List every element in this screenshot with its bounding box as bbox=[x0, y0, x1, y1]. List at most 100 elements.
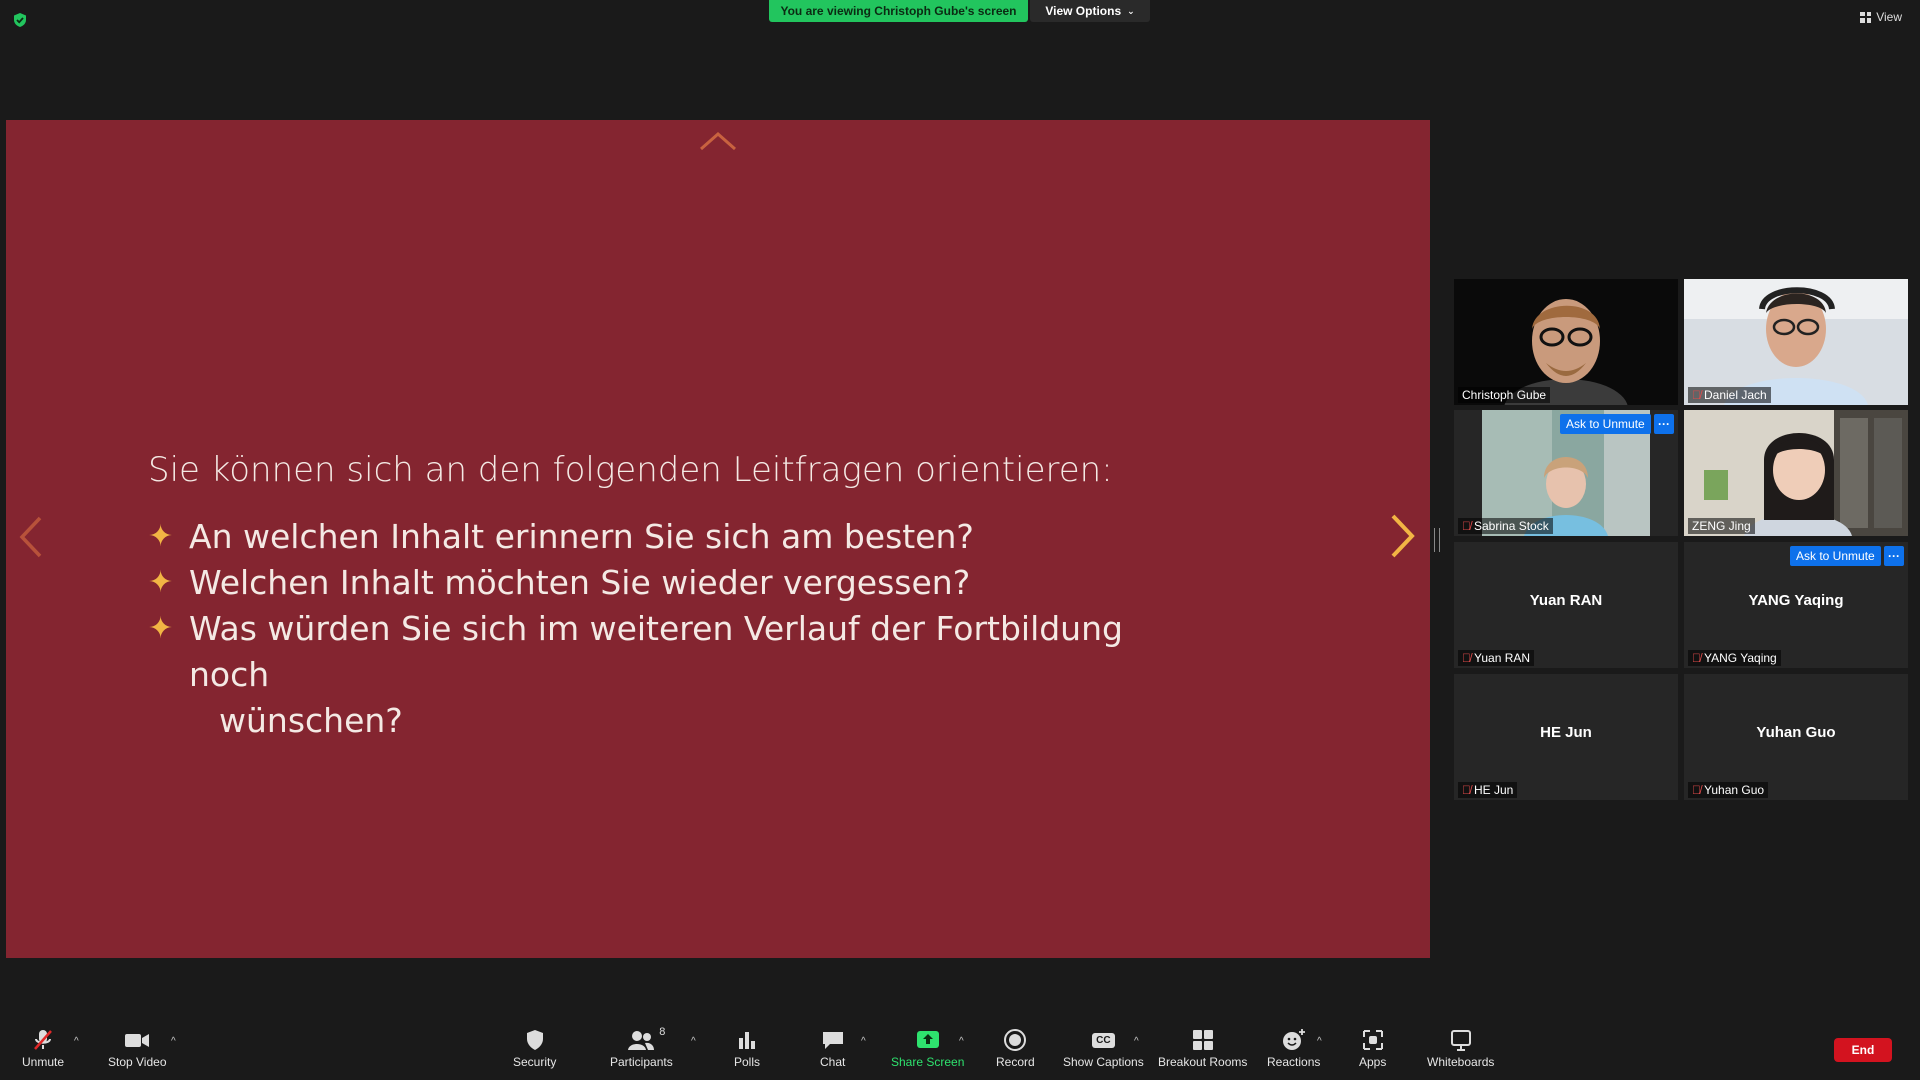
participants-options-caret-icon[interactable]: ^ bbox=[691, 1036, 696, 1047]
participant-tile[interactable]: Ask to Unmute ··· YANG Yaqing 🎙̸ YANG Ya… bbox=[1684, 542, 1908, 668]
slide-bullet-line: Was würden Sie sich im weiteren Verlauf … bbox=[189, 609, 1123, 694]
record-label: Record bbox=[996, 1055, 1035, 1069]
slide-bullet-continuation: wünschen? bbox=[219, 701, 403, 740]
slide-bullet: ✦ Was würden Sie sich im weiteren Verlau… bbox=[148, 606, 1209, 744]
view-label: View bbox=[1876, 10, 1902, 24]
slide-heading: Sie können sich an den folgenden Leitfra… bbox=[148, 450, 1113, 490]
stop-video-label: Stop Video bbox=[108, 1055, 167, 1069]
shield-check-icon[interactable] bbox=[12, 12, 28, 28]
unmute-button[interactable]: Unmute bbox=[22, 1028, 64, 1069]
slide-bullet: ✦ An welchen Inhalt erinnern Sie sich am… bbox=[148, 514, 1209, 560]
show-captions-button[interactable]: CC Show Captions bbox=[1063, 1028, 1144, 1069]
participant-tile[interactable]: 🎙̸ Daniel Jach bbox=[1684, 279, 1908, 405]
mic-muted-icon: 🎙̸ bbox=[1462, 783, 1471, 797]
video-options-caret-icon[interactable]: ^ bbox=[171, 1036, 176, 1047]
view-options-button[interactable]: View Options ⌄ bbox=[1030, 0, 1150, 22]
view-button[interactable]: View bbox=[1860, 10, 1902, 24]
whiteboard-icon bbox=[1450, 1030, 1471, 1051]
captions-options-caret-icon[interactable]: ^ bbox=[1134, 1036, 1139, 1047]
shared-screen-slide: Sie können sich an den folgenden Leitfra… bbox=[6, 120, 1430, 958]
whiteboards-button[interactable]: Whiteboards bbox=[1427, 1028, 1494, 1069]
share-options-caret-icon[interactable]: ^ bbox=[959, 1036, 964, 1047]
mic-muted-icon: 🎙̸ bbox=[1462, 651, 1471, 665]
shield-icon bbox=[526, 1030, 543, 1050]
meeting-toolbar: Unmute ^ Stop Video ^ Security 8 Partici… bbox=[0, 1018, 1920, 1080]
mic-muted-icon: 🎙̸ bbox=[1462, 519, 1471, 533]
end-meeting-button[interactable]: End bbox=[1834, 1038, 1892, 1062]
video-camera-icon bbox=[125, 1034, 150, 1047]
participant-tile[interactable]: Yuhan Guo 🎙̸ Yuhan Guo bbox=[1684, 674, 1908, 800]
security-label: Security bbox=[513, 1055, 557, 1069]
apps-label: Apps bbox=[1359, 1055, 1387, 1069]
reactions-options-caret-icon[interactable]: ^ bbox=[1317, 1036, 1322, 1047]
view-options-label: View Options bbox=[1045, 4, 1122, 18]
whiteboards-label: Whiteboards bbox=[1427, 1055, 1495, 1069]
reactions-button[interactable]: Reactions bbox=[1267, 1028, 1320, 1069]
slide-bullet-text: An welchen Inhalt erinnern Sie sich am b… bbox=[189, 517, 974, 556]
closed-captions-icon: CC bbox=[1092, 1032, 1115, 1048]
participants-count: 8 bbox=[659, 1026, 666, 1038]
stop-video-button[interactable]: Stop Video bbox=[108, 1028, 167, 1069]
chat-bubble-icon bbox=[822, 1032, 843, 1049]
breakout-rooms-label: Breakout Rooms bbox=[1158, 1055, 1248, 1069]
star-bullet-icon: ✦ bbox=[148, 611, 174, 646]
mic-muted-icon: 🎙̸ bbox=[1692, 388, 1701, 402]
chat-label: Chat bbox=[820, 1055, 846, 1069]
participants-icon bbox=[628, 1031, 655, 1050]
security-button[interactable]: Security bbox=[513, 1028, 556, 1069]
participants-label: Participants bbox=[610, 1055, 673, 1069]
participant-display-name: Yuhan Guo bbox=[1756, 724, 1836, 741]
slide-bullet: ✦ Welchen Inhalt möchten Sie wieder verg… bbox=[148, 560, 1209, 606]
participant-name-label: Christoph Gube bbox=[1458, 387, 1551, 403]
viewing-screen-banner: You are viewing Christoph Gube's screen bbox=[769, 0, 1028, 22]
reactions-label: Reactions bbox=[1267, 1055, 1321, 1069]
participant-tile[interactable]: Christoph Gube bbox=[1454, 279, 1678, 405]
participant-name-label: 🎙̸ Yuhan Guo bbox=[1688, 782, 1769, 798]
ask-to-unmute-button[interactable]: Ask to Unmute bbox=[1560, 414, 1651, 434]
next-slide-arrow-icon[interactable] bbox=[1388, 513, 1416, 559]
share-screen-button[interactable]: Share Screen bbox=[891, 1028, 964, 1069]
participant-tile[interactable]: Ask to Unmute ··· 🎙̸ Sabrina Stock bbox=[1454, 410, 1678, 536]
polls-label: Polls bbox=[734, 1055, 761, 1069]
chevron-down-icon: ⌄ bbox=[1127, 5, 1135, 16]
participant-name-label: 🎙̸ Sabrina Stock bbox=[1458, 518, 1553, 534]
audio-options-caret-icon[interactable]: ^ bbox=[74, 1036, 79, 1047]
participant-name-label: ZENG Jing bbox=[1688, 518, 1755, 534]
ellipsis-icon: ··· bbox=[1658, 417, 1670, 431]
breakout-rooms-button[interactable]: Breakout Rooms bbox=[1158, 1028, 1247, 1069]
more-options-button[interactable]: ··· bbox=[1884, 546, 1904, 566]
breakout-rooms-grid-icon bbox=[1192, 1030, 1213, 1050]
bar-chart-icon bbox=[739, 1032, 755, 1049]
previous-slide-arrow-icon[interactable] bbox=[18, 515, 44, 559]
chevron-up-icon[interactable] bbox=[698, 130, 738, 152]
participant-tile-active-speaker[interactable]: ZENG Jing bbox=[1684, 410, 1908, 536]
share-screen-label: Share Screen bbox=[891, 1055, 965, 1069]
participant-tile[interactable]: HE Jun 🎙̸ HE Jun bbox=[1454, 674, 1678, 800]
participant-display-name: Yuan RAN bbox=[1529, 592, 1603, 609]
viewing-screen-text: You are viewing Christoph Gube's screen bbox=[780, 4, 1017, 18]
slide-bullet-text: Was würden Sie sich im weiteren Verlauf … bbox=[189, 606, 1209, 744]
chat-button[interactable]: Chat bbox=[820, 1028, 845, 1069]
mic-muted-icon: 🎙̸ bbox=[1692, 651, 1701, 665]
unmute-label: Unmute bbox=[22, 1055, 65, 1069]
participants-button[interactable]: 8 Participants bbox=[610, 1026, 673, 1069]
participant-name-label: 🎙̸ Yuan RAN bbox=[1458, 650, 1535, 666]
mic-muted-icon: 🎙̸ bbox=[1692, 783, 1701, 797]
star-bullet-icon: ✦ bbox=[148, 519, 174, 554]
polls-button[interactable]: Polls bbox=[734, 1028, 760, 1069]
more-options-button[interactable]: ··· bbox=[1654, 414, 1674, 434]
star-bullet-icon: ✦ bbox=[148, 565, 174, 600]
ellipsis-icon: ··· bbox=[1888, 549, 1900, 563]
slide-bullet-list: ✦ An welchen Inhalt erinnern Sie sich am… bbox=[148, 514, 1209, 744]
participant-tile[interactable]: Yuan RAN 🎙̸ Yuan RAN bbox=[1454, 542, 1678, 668]
participant-display-name: HE Jun bbox=[1540, 724, 1592, 741]
apps-button[interactable]: Apps bbox=[1359, 1028, 1386, 1069]
ask-to-unmute-button[interactable]: Ask to Unmute bbox=[1790, 546, 1881, 566]
slide-bullet-text: Welchen Inhalt möchten Sie wieder verges… bbox=[189, 563, 971, 602]
panel-resize-handle[interactable] bbox=[1434, 528, 1440, 552]
microphone-muted-icon bbox=[34, 1030, 52, 1050]
chat-options-caret-icon[interactable]: ^ bbox=[861, 1036, 866, 1047]
record-button[interactable]: Record bbox=[996, 1028, 1035, 1069]
record-icon bbox=[1004, 1029, 1027, 1051]
smiley-plus-icon bbox=[1282, 1029, 1305, 1050]
